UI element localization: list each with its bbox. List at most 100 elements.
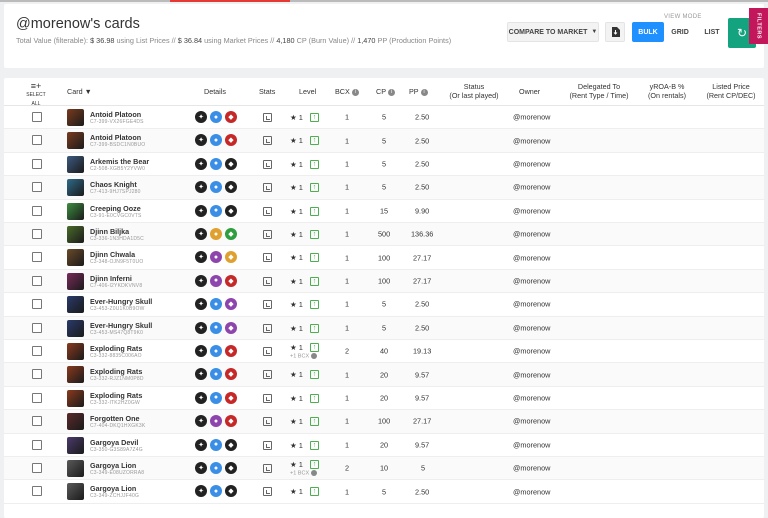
table-row[interactable]: Gargoya Lion C3-349-E08UZORRA8 ✦ ● ◆ ★ 1 …: [4, 457, 764, 481]
row-checkbox[interactable]: [32, 369, 42, 380]
stats-chart-icon[interactable]: [263, 487, 272, 497]
stats-chart-icon[interactable]: [263, 276, 272, 286]
card-name[interactable]: Gargoya Lion: [90, 461, 136, 470]
row-checkbox[interactable]: [32, 182, 42, 193]
owner-value[interactable]: @morenow: [513, 440, 550, 449]
level-up-icon[interactable]: ↑: [310, 136, 319, 146]
level-up-icon[interactable]: ↑: [310, 206, 319, 216]
level-up-icon[interactable]: ↑: [310, 370, 319, 380]
select-all-control[interactable]: ≡+ SELECT ALL: [22, 82, 50, 109]
stats-chart-icon[interactable]: [263, 393, 272, 403]
info-icon[interactable]: [311, 470, 318, 476]
table-row[interactable]: Djinn Chwala C3-348-OJN9F5T0UO ✦ ● ◆ ★ 1 …: [4, 246, 764, 270]
row-checkbox[interactable]: [32, 486, 42, 497]
card-name[interactable]: Gargoya Devil: [90, 438, 138, 447]
stats-chart-icon[interactable]: [263, 253, 272, 263]
table-row[interactable]: Gargoya Lion C3-349-ZCHJJF40G ✦ ● ◆ ★ 1 ↑…: [4, 480, 764, 504]
level-up-icon[interactable]: ↑: [310, 253, 319, 263]
column-bcx[interactable]: BCX i: [335, 87, 359, 96]
table-row[interactable]: Djinn Inferni C7-406-I2YKDKVNV8 ✦ ● ◆ ★ 1…: [4, 269, 764, 294]
owner-value[interactable]: @morenow: [513, 206, 550, 215]
column-yroa[interactable]: yROA-B % (On rentals): [642, 82, 692, 100]
card-name[interactable]: Djinn Inferni: [90, 274, 132, 283]
info-icon[interactable]: [311, 353, 318, 359]
stats-chart-icon[interactable]: [263, 440, 272, 450]
owner-value[interactable]: @morenow: [513, 347, 550, 356]
table-row[interactable]: Creeping Ooze C3-91-E0CVGC0VTS ✦ ● ◆ ★ 1 …: [4, 199, 764, 223]
row-checkbox[interactable]: [32, 463, 42, 473]
row-checkbox[interactable]: [32, 275, 42, 286]
card-name[interactable]: Ever-Hungry Skull: [90, 321, 152, 330]
row-checkbox[interactable]: [32, 229, 42, 239]
level-up-icon[interactable]: ↑: [310, 183, 319, 193]
card-name[interactable]: Antoid Platoon: [90, 110, 141, 119]
table-row[interactable]: Ever-Hungry Skull C3-453-MS47Q8T9K0 ✦ ● …: [4, 316, 764, 340]
column-status[interactable]: Status (Or last played): [444, 82, 504, 100]
row-checkbox[interactable]: [32, 112, 42, 122]
owner-value[interactable]: @morenow: [513, 253, 550, 262]
card-thumbnail[interactable]: [67, 343, 84, 360]
card-thumbnail[interactable]: [67, 202, 84, 220]
card-thumbnail[interactable]: [67, 460, 84, 477]
owner-value[interactable]: @morenow: [513, 393, 550, 402]
stats-chart-icon[interactable]: [263, 159, 272, 169]
card-name[interactable]: Chaos Knight: [90, 180, 137, 189]
card-name[interactable]: Exploding Rats: [90, 367, 142, 376]
table-row[interactable]: Forgotten One C7-404-DKQ1HXGK3K ✦ ● ◆ ★ 1…: [4, 410, 764, 434]
table-row[interactable]: Exploding Rats C3-332-RJZ1NM0P8D ✦ ● ◆ ★…: [4, 363, 764, 387]
row-checkbox[interactable]: [32, 439, 42, 450]
card-name[interactable]: Arkemis the Bear: [90, 157, 149, 166]
column-card[interactable]: Card ▼: [67, 87, 92, 96]
level-up-icon[interactable]: ↑: [310, 230, 319, 239]
column-listed-price[interactable]: Listed Price (Rent CP/DEC): [700, 82, 762, 100]
row-checkbox[interactable]: [32, 392, 42, 403]
column-owner[interactable]: Owner: [519, 87, 540, 96]
row-checkbox[interactable]: [32, 205, 42, 216]
table-row[interactable]: Antoid Platoon C7-399-BSDC1N0BUO ✦ ● ◆ ★…: [4, 129, 764, 153]
stats-chart-icon[interactable]: [263, 206, 272, 216]
stats-chart-icon[interactable]: [263, 370, 272, 380]
card-thumbnail[interactable]: [67, 436, 84, 454]
card-thumbnail[interactable]: [67, 366, 84, 384]
owner-value[interactable]: @morenow: [513, 230, 550, 239]
stats-chart-icon[interactable]: [263, 113, 272, 122]
stats-chart-icon[interactable]: [263, 183, 272, 193]
card-thumbnail[interactable]: [67, 226, 84, 243]
column-level[interactable]: Level: [299, 87, 316, 96]
card-thumbnail[interactable]: [67, 155, 84, 173]
table-row[interactable]: Arkemis the Bear C2-508-XGB5Y2YVW0 ✦ ● ◆…: [4, 152, 764, 177]
card-name[interactable]: Djinn Chwala: [90, 250, 135, 259]
level-up-icon[interactable]: ↑: [310, 460, 319, 469]
row-checkbox[interactable]: [32, 299, 42, 310]
card-name[interactable]: Djinn Biljka: [90, 227, 129, 236]
level-up-icon[interactable]: ↑: [310, 393, 319, 403]
stats-chart-icon[interactable]: [263, 300, 272, 310]
info-icon[interactable]: i: [388, 88, 395, 96]
card-thumbnail[interactable]: [67, 483, 84, 501]
level-up-icon[interactable]: ↑: [310, 113, 319, 122]
stats-chart-icon[interactable]: [263, 417, 272, 427]
row-checkbox[interactable]: [32, 346, 42, 356]
card-thumbnail[interactable]: [67, 132, 84, 150]
card-name[interactable]: Ever-Hungry Skull: [90, 297, 152, 306]
stats-chart-icon[interactable]: [263, 323, 272, 333]
table-row[interactable]: Exploding Rats C3-332-ITK2HZ0GW ✦ ● ◆ ★ 1…: [4, 386, 764, 411]
row-checkbox[interactable]: [32, 158, 42, 169]
stats-chart-icon[interactable]: [263, 230, 272, 239]
table-row[interactable]: Gargoya Devil C3-350-G3S89A7Z4G ✦ ● ◆ ★ 1…: [4, 433, 764, 457]
card-name[interactable]: Gargoya Lion: [90, 484, 136, 493]
card-thumbnail[interactable]: [67, 249, 84, 267]
level-up-icon[interactable]: ↑: [310, 276, 319, 286]
level-up-icon[interactable]: ↑: [310, 323, 319, 333]
filters-tab[interactable]: FILTERS: [749, 8, 768, 44]
owner-value[interactable]: @morenow: [513, 300, 550, 309]
level-up-icon[interactable]: ↑: [310, 487, 319, 497]
table-row[interactable]: Exploding Rats C3-332-8835C006AO ✦ ● ◆ ★…: [4, 340, 764, 364]
owner-value[interactable]: @morenow: [513, 183, 550, 192]
card-name[interactable]: Forgotten One: [90, 414, 140, 423]
compare-to-market-button[interactable]: COMPARE TO MARKET ▼: [507, 22, 599, 42]
card-name[interactable]: Creeping Ooze: [90, 204, 141, 213]
owner-value[interactable]: @morenow: [513, 417, 550, 426]
info-icon[interactable]: i: [351, 88, 359, 96]
card-thumbnail[interactable]: [67, 296, 84, 314]
